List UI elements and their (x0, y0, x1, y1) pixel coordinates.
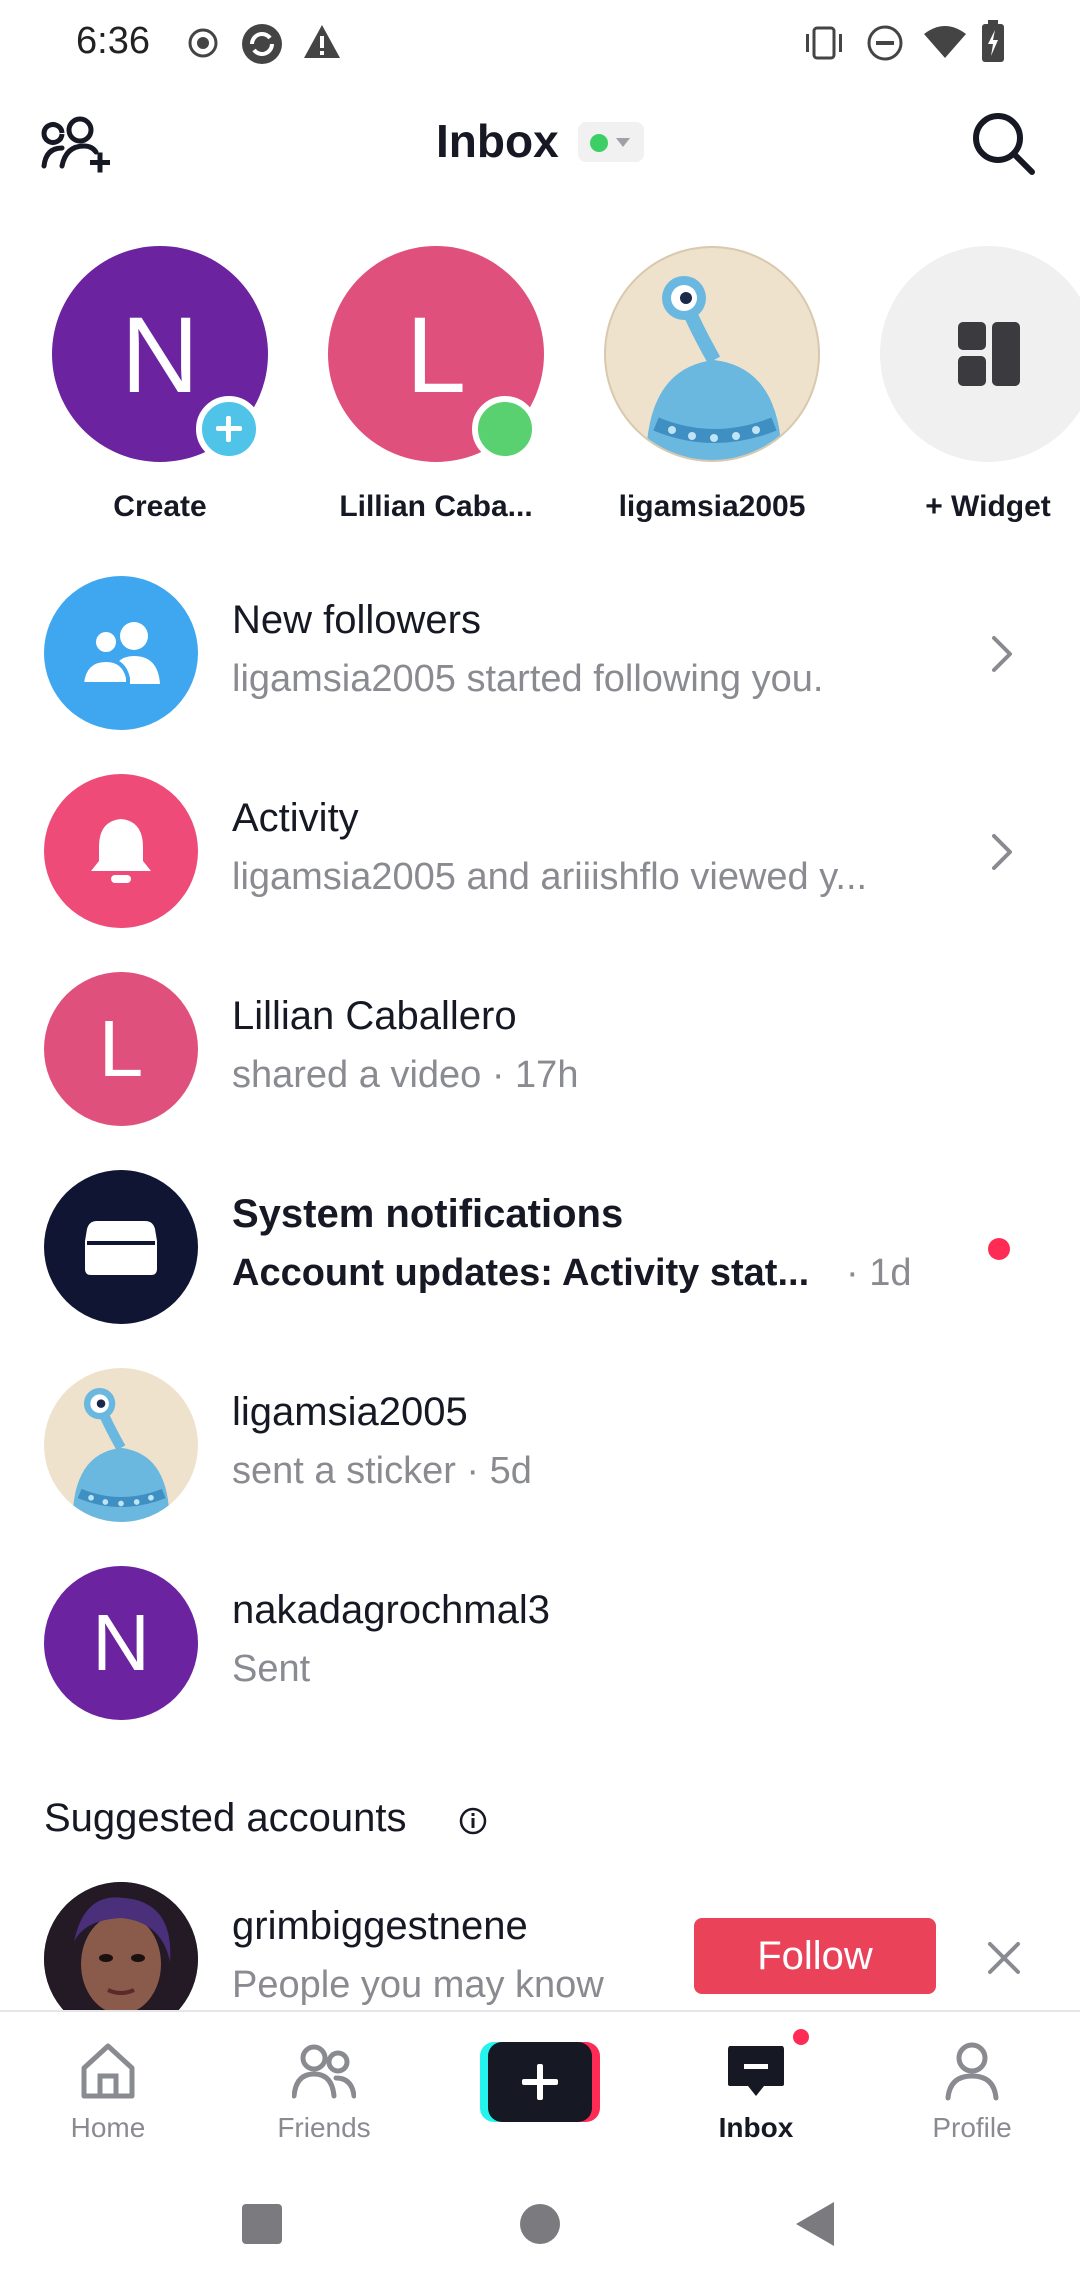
unread-dot (988, 1238, 1010, 1260)
avatar (604, 246, 820, 462)
status-time: 6:36 (76, 20, 150, 62)
suggested-account-subtitle: People you may know (232, 1964, 604, 2006)
suggested-account-name: grimbiggestnene (232, 1904, 528, 1948)
create-button[interactable] (480, 2042, 600, 2122)
vibrate-icon (806, 26, 842, 60)
online-indicator (472, 396, 538, 462)
battery-icon (982, 20, 1004, 62)
chevron-down-icon (616, 138, 630, 147)
widget-icon (958, 322, 1020, 386)
nav-label: Profile (932, 2112, 1012, 2143)
list-item-subtitle: shared a video · 17h (232, 1054, 579, 1096)
home-button[interactable] (520, 2204, 560, 2244)
nav-inbox[interactable]: Inbox (656, 2028, 856, 2158)
system-nav-bar (0, 2160, 1080, 2280)
avatar-letter: L (98, 1004, 144, 1093)
plus-icon-vertical (537, 2064, 543, 2100)
avatar (44, 1170, 198, 1324)
alien-avatar-icon (72, 1387, 170, 1522)
friends-icon (292, 2044, 356, 2099)
suggested-accounts-title: Suggested accounts (44, 1796, 407, 1840)
search-icon[interactable] (970, 110, 1036, 176)
list-item-lillian-caballero[interactable]: L Lillian Caballero shared a video · 17h (0, 956, 1080, 1154)
list-item-time: · 1d (846, 1252, 912, 1294)
plus-icon[interactable] (196, 396, 262, 462)
record-icon (188, 28, 218, 58)
people-icon (79, 622, 160, 686)
status-bar: 6:36 (0, 0, 1080, 88)
page-title: Inbox (436, 115, 559, 167)
chevron-right-icon (992, 636, 1012, 672)
avatar (44, 1368, 198, 1522)
close-icon[interactable] (984, 1938, 1024, 1978)
inbox-notification-dot (790, 2026, 812, 2048)
list-item-title: ligamsia2005 (232, 1390, 468, 1434)
list-item-system-notifications[interactable]: System notifications Account updates: Ac… (0, 1154, 1080, 1352)
inbox-tray-icon (85, 1221, 157, 1275)
list-item-ligamsia2005[interactable]: ligamsia2005 sent a sticker · 5d (0, 1352, 1080, 1550)
story-label: ligamsia2005 (618, 490, 806, 523)
avatar: N (44, 1566, 198, 1720)
nav-label: Friends (277, 2112, 371, 2143)
info-icon[interactable] (458, 1806, 488, 1836)
story-create[interactable]: N Create (42, 246, 282, 536)
list-item-subtitle: ligamsia2005 started following you. (232, 658, 824, 700)
wifi-icon (924, 26, 966, 58)
list-item-title: Activity (232, 796, 359, 840)
list-item-title: System notifications (232, 1192, 624, 1236)
list-item-title: nakadagrochmal3 (232, 1588, 550, 1632)
alien-avatar-icon (646, 276, 782, 460)
widget-circle (880, 246, 1080, 462)
story-ligamsia2005[interactable]: ligamsia2005 (594, 246, 834, 536)
list-item-subtitle: Account updates: Activity stat... (232, 1252, 810, 1294)
nav-home[interactable]: Home (8, 2028, 208, 2158)
story-label: + Widget (925, 490, 1051, 523)
list-item-activity[interactable]: Activity ligamsia2005 and ariiishflo vie… (0, 758, 1080, 956)
list-item-title: Lillian Caballero (232, 994, 517, 1038)
inbox-header: Inbox (0, 92, 1080, 192)
avatar: L (44, 972, 198, 1126)
profile-icon (945, 2042, 999, 2101)
nav-label: Home (70, 2112, 146, 2143)
back-button[interactable] (796, 2202, 834, 2246)
story-lillian[interactable]: L Lillian Caba... (318, 246, 558, 536)
avatar (44, 774, 198, 928)
list-item-subtitle: Sent (232, 1648, 311, 1690)
home-icon (81, 2043, 135, 2099)
story-widget[interactable]: + Widget (870, 246, 1080, 536)
suggested-account-row[interactable]: grimbiggestnene People you may know Foll… (0, 1878, 1080, 2036)
list-item-nakadagrochmal3[interactable]: N nakadagrochmal3 Sent (0, 1550, 1080, 1748)
follow-button[interactable]: Follow (694, 1918, 936, 1994)
inbox-icon (728, 2046, 784, 2096)
sync-icon (242, 24, 282, 64)
dnd-icon (867, 25, 903, 61)
bottom-nav: Home Friends Inbox Profile (0, 2010, 1080, 2160)
nav-friends[interactable]: Friends (224, 2028, 424, 2158)
online-status-dot (590, 134, 608, 152)
list-item-subtitle: sent a sticker · 5d (232, 1450, 532, 1492)
activity-status-toggle[interactable] (578, 122, 644, 162)
stories-row: N Create L Lillian Caba... ligamsia2005 … (0, 240, 1080, 540)
nav-label: Inbox (718, 2112, 794, 2143)
story-label: Create (113, 490, 207, 523)
bell-icon (91, 819, 151, 883)
nav-profile[interactable]: Profile (872, 2028, 1072, 2158)
chevron-right-icon (992, 834, 1012, 870)
list-item-new-followers[interactable]: New followers ligamsia2005 started follo… (0, 560, 1080, 758)
list-item-title: New followers (232, 598, 481, 642)
list-item-subtitle: ligamsia2005 and ariiishflo viewed y... (232, 856, 868, 898)
recents-button[interactable] (242, 2204, 282, 2244)
avatar-letter: N (92, 1598, 150, 1687)
avatar (44, 576, 198, 730)
warning-icon (304, 25, 340, 58)
add-friends-icon[interactable] (40, 114, 112, 178)
story-label: Lillian Caba... (339, 490, 533, 523)
